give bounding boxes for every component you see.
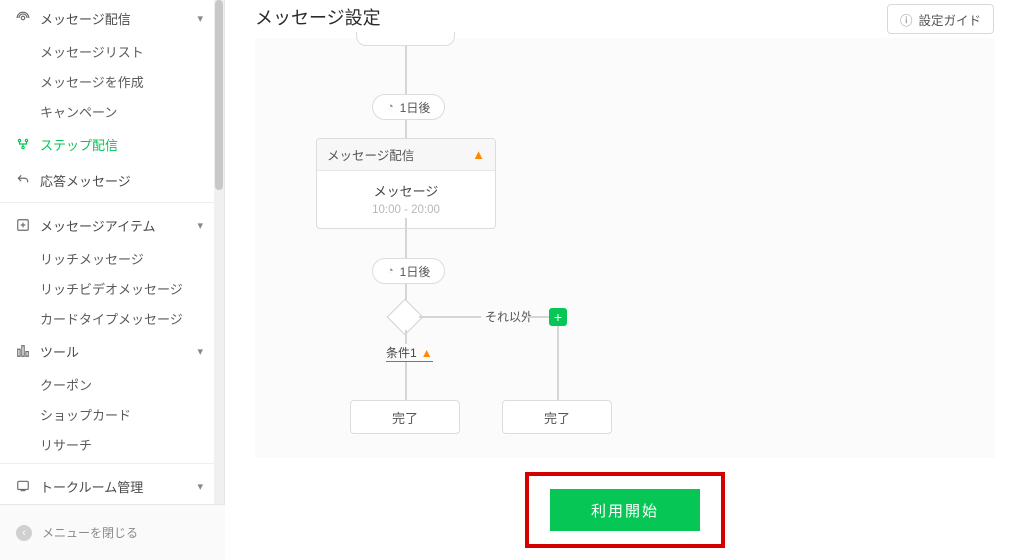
connector <box>405 120 407 140</box>
sidebar-item-message-list[interactable]: メッセージリスト <box>0 36 215 66</box>
sidebar-item-label: ステップ配信 <box>40 135 203 154</box>
reply-icon <box>14 173 32 187</box>
step-icon <box>14 137 32 151</box>
sidebar-item-label: トークルーム管理 <box>40 477 197 496</box>
main: メッセージ設定 ⓘ 設定ガイド ◔ 1日後 メッセージ配信 ▲ メッセージ 10… <box>225 0 1024 560</box>
connector <box>557 326 559 400</box>
sidebar-item-rich-message[interactable]: リッチメッセージ <box>0 243 215 273</box>
cta-highlight-box: 利用開始 <box>525 472 725 548</box>
clock-icon: ◔ <box>387 265 394 277</box>
sidebar-item-rich-video[interactable]: リッチビデオメッセージ <box>0 273 215 303</box>
collapse-icon: ‹ <box>16 525 32 541</box>
sidebar-group-items[interactable]: メッセージアイテム ▾ <box>0 207 215 243</box>
delay-pill-1[interactable]: ◔ 1日後 <box>372 94 445 120</box>
message-card[interactable]: メッセージ配信 ▲ メッセージ 10:00 - 20:00 <box>316 138 496 229</box>
sidebar-collapse-label: メニューを閉じる <box>42 524 138 541</box>
page-title: メッセージ設定 <box>255 4 381 30</box>
sidebar-scroll: メッセージ配信 ▾ メッセージリスト メッセージを作成 キャンペーン ステップ配… <box>0 0 215 504</box>
connector <box>527 316 549 318</box>
connector <box>419 316 481 318</box>
scrollbar-thumb[interactable] <box>215 0 223 190</box>
sidebar-item-label: 応答メッセージ <box>40 171 203 190</box>
card-header-label: メッセージ配信 <box>327 145 414 164</box>
sidebar-item-label: キャンペーン <box>40 102 117 121</box>
warning-icon: ▲ <box>421 346 433 360</box>
talkroom-icon <box>14 479 32 493</box>
end-node-right[interactable]: 完了 <box>502 400 612 434</box>
sidebar-item-label: メッセージリスト <box>40 42 144 61</box>
tools-icon <box>14 344 32 358</box>
sidebar-item-label: カードタイプメッセージ <box>40 309 183 328</box>
sidebar-item-label: クーポン <box>40 375 92 394</box>
delay-label: 1日後 <box>400 263 431 280</box>
sidebar-group-broadcast[interactable]: メッセージ配信 ▾ <box>0 0 215 36</box>
sidebar-item-research[interactable]: リサーチ <box>0 429 215 459</box>
sidebar-item-campaign[interactable]: キャンペーン <box>0 96 215 126</box>
sidebar-item-step[interactable]: ステップ配信 <box>0 126 215 162</box>
chevron-down-icon: ▾ <box>197 480 203 493</box>
sidebar-item-label: メッセージを作成 <box>40 72 144 91</box>
sidebar-item-label: リッチメッセージ <box>40 249 144 268</box>
connector <box>405 46 407 96</box>
broadcast-icon <box>14 11 32 25</box>
condition-label: 条件1 <box>386 346 417 360</box>
flow-node-fragment[interactable] <box>356 32 455 46</box>
condition-link[interactable]: 条件1 ▲ <box>386 344 433 362</box>
end-label: 完了 <box>392 408 418 427</box>
start-button-label: 利用開始 <box>591 500 659 521</box>
sidebar-group-label: メッセージアイテム <box>40 216 197 235</box>
end-node-left[interactable]: 完了 <box>350 400 460 434</box>
settings-guide-button[interactable]: ⓘ 設定ガイド <box>887 4 994 34</box>
sidebar-item-coupon[interactable]: クーポン <box>0 369 215 399</box>
delay-label: 1日後 <box>400 99 431 116</box>
card-header: メッセージ配信 ▲ <box>317 139 495 171</box>
start-button[interactable]: 利用開始 <box>550 489 700 531</box>
card-time: 10:00 - 20:00 <box>317 204 495 216</box>
sidebar-group-label: メッセージ配信 <box>40 9 197 28</box>
sidebar-item-message-create[interactable]: メッセージを作成 <box>0 66 215 96</box>
sidebar: メッセージ配信 ▾ メッセージリスト メッセージを作成 キャンペーン ステップ配… <box>0 0 225 560</box>
sidebar-item-shopcard[interactable]: ショップカード <box>0 399 215 429</box>
connector <box>405 362 407 400</box>
guide-label: 設定ガイド <box>918 10 981 29</box>
warning-icon: ▲ <box>472 147 485 162</box>
sidebar-group-tools[interactable]: ツール ▾ <box>0 333 215 369</box>
connector <box>405 218 407 260</box>
sidebar-item-reply[interactable]: 応答メッセージ <box>0 162 215 198</box>
chevron-down-icon: ▾ <box>197 345 203 358</box>
connector <box>405 330 407 344</box>
sidebar-item-label: リッチビデオメッセージ <box>40 279 183 298</box>
sidebar-item-card-type[interactable]: カードタイプメッセージ <box>0 303 215 333</box>
sidebar-group-label: ツール <box>40 342 197 361</box>
sidebar-item-label: リサーチ <box>40 435 92 454</box>
sidebar-group-talkroom[interactable]: トークルーム管理 ▾ <box>0 468 215 504</box>
delay-pill-2[interactable]: ◔ 1日後 <box>372 258 445 284</box>
sidebar-item-label: ショップカード <box>40 405 131 424</box>
divider <box>0 463 215 464</box>
scrollbar-track[interactable] <box>214 0 224 504</box>
add-branch-button[interactable]: + <box>549 308 567 326</box>
end-label: 完了 <box>544 408 570 427</box>
plus-box-icon <box>14 218 32 232</box>
info-icon: ⓘ <box>900 10 913 29</box>
flow-canvas[interactable]: ◔ 1日後 メッセージ配信 ▲ メッセージ 10:00 - 20:00 ◔ 1日… <box>255 38 995 458</box>
sidebar-collapse[interactable]: ‹ メニューを閉じる <box>0 504 225 560</box>
chevron-down-icon: ▾ <box>197 219 203 232</box>
card-title: メッセージ <box>317 181 495 200</box>
clock-icon: ◔ <box>387 101 394 113</box>
divider <box>0 202 215 203</box>
branch-else-label: それ以外 <box>485 308 533 325</box>
chevron-down-icon: ▾ <box>197 12 203 25</box>
